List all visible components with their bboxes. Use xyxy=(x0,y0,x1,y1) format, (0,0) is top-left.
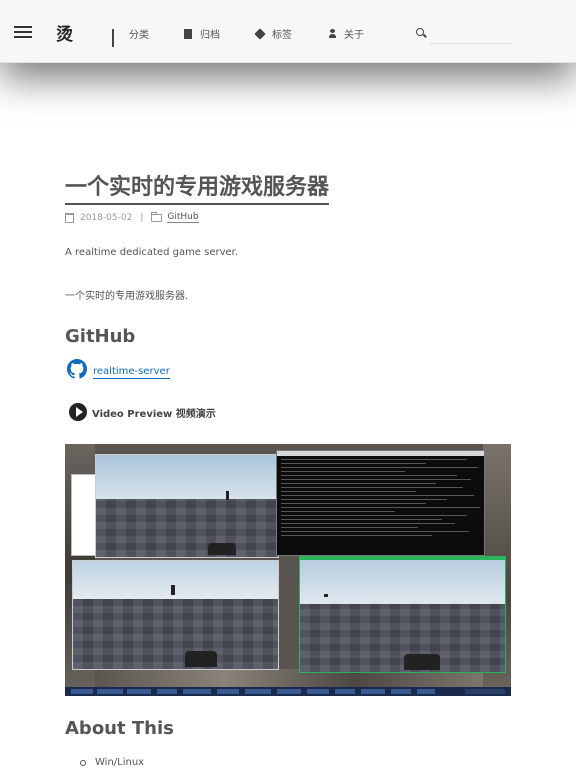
calendar-icon xyxy=(65,212,74,223)
post-meta: 2018-05-02 | GitHub xyxy=(65,211,199,223)
list-item: Win/Linux xyxy=(80,757,144,768)
video-preview-label: Video Preview 视频演示 xyxy=(69,403,216,421)
game-window-2 xyxy=(72,560,279,670)
search-input[interactable] xyxy=(430,25,512,44)
player-hands xyxy=(185,651,217,667)
player-figure xyxy=(226,491,229,500)
site-header: 烫 分类 归档 标签 关于 xyxy=(0,0,576,63)
github-icon xyxy=(67,359,87,379)
console-titlebar xyxy=(277,451,484,456)
github-repo-link[interactable]: realtime-server xyxy=(67,359,170,379)
about-heading: About This xyxy=(65,718,174,739)
github-link-text: realtime-server xyxy=(93,366,170,379)
sky xyxy=(73,561,278,599)
video-label-text: Video Preview 视频演示 xyxy=(92,408,216,420)
nav-label: 归档 xyxy=(200,30,220,41)
menu-toggle-icon[interactable] xyxy=(14,26,32,38)
meta-separator: | xyxy=(140,212,144,223)
floor xyxy=(73,599,278,669)
game-window-3 xyxy=(299,556,506,673)
grid-icon xyxy=(112,29,121,47)
intro-english: A realtime dedicated game server. xyxy=(65,247,239,258)
post-date: 2018-05-02 xyxy=(80,212,133,223)
nav-item-archives[interactable]: 归档 xyxy=(184,26,220,41)
nav-label: 关于 xyxy=(344,30,364,41)
nav-label: 分类 xyxy=(129,30,149,41)
intro-chinese: 一个实时的专用游戏服务器. xyxy=(65,291,189,302)
player-figure xyxy=(171,585,175,595)
sky xyxy=(96,455,278,499)
preview-screenshot xyxy=(65,444,511,696)
play-icon xyxy=(69,403,87,421)
server-console-window xyxy=(276,450,485,556)
site-brand[interactable]: 烫 xyxy=(56,20,73,45)
tag-icon xyxy=(254,27,266,40)
nav-item-tags[interactable]: 标签 xyxy=(254,26,292,41)
archive-icon xyxy=(184,28,192,39)
github-heading: GitHub xyxy=(65,326,136,347)
category-link[interactable]: GitHub xyxy=(167,212,199,223)
about-list: Win/Linux xyxy=(80,757,144,768)
nav-item-about[interactable]: 关于 xyxy=(329,26,364,41)
distant-object xyxy=(324,594,328,597)
user-icon xyxy=(329,29,336,38)
folder-icon xyxy=(151,211,163,222)
os-taskbar xyxy=(65,687,511,696)
post-title[interactable]: 一个实时的专用游戏服务器 xyxy=(65,174,330,205)
nav-item-categories[interactable]: 分类 xyxy=(112,26,149,47)
floor xyxy=(96,499,278,557)
nav-label: 标签 xyxy=(272,30,292,41)
search-icon[interactable] xyxy=(416,28,424,36)
game-window-1 xyxy=(95,454,279,558)
editor-side-panel xyxy=(71,474,97,556)
player-hands xyxy=(208,543,236,555)
floor xyxy=(300,604,505,672)
sky xyxy=(300,560,505,604)
player-hands xyxy=(404,654,440,670)
